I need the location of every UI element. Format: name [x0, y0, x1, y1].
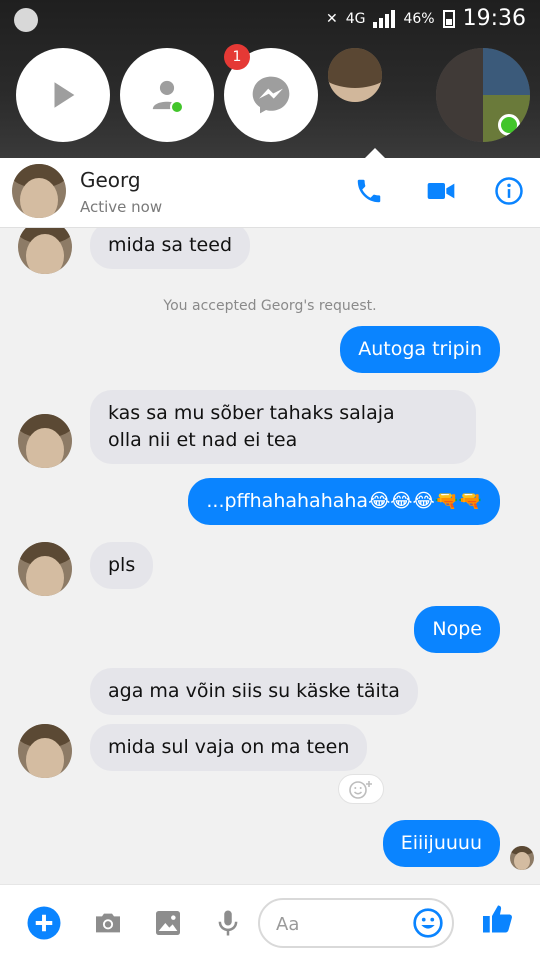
- georg-avatar: [18, 228, 72, 274]
- more-actions-button[interactable]: [26, 905, 62, 941]
- messenger-notification-icon: [14, 8, 38, 32]
- plus-icon: [27, 906, 61, 940]
- voice-message-button[interactable]: [210, 905, 246, 941]
- message-outgoing[interactable]: Nope: [414, 606, 500, 653]
- network-label: 4G: [345, 10, 366, 27]
- contact-name[interactable]: Georg: [80, 168, 141, 192]
- phone-call-button[interactable]: [352, 174, 386, 208]
- message-line: olla nii et nad ei tea: [108, 429, 298, 451]
- message-line: kas sa mu sõber tahaks salaja: [108, 402, 395, 424]
- georg-chat-head[interactable]: [328, 48, 382, 102]
- image-icon: [156, 911, 180, 935]
- clock: 19:36: [462, 6, 526, 31]
- message-outgoing[interactable]: Autoga tripin: [340, 326, 500, 373]
- status-bar: ✕ 4G 46% 19:36: [0, 0, 540, 38]
- battery-icon: [442, 9, 455, 28]
- conversation-info-button[interactable]: [492, 174, 526, 208]
- like-button[interactable]: [480, 901, 516, 937]
- play-icon: [54, 82, 75, 108]
- play-chat-head[interactable]: [16, 48, 110, 142]
- gallery-button[interactable]: [150, 905, 186, 941]
- seen-avatar: [510, 846, 534, 870]
- chat-heads-area: ✕ 4G 46% 19:36 1: [0, 0, 540, 160]
- message-outgoing[interactable]: Eiiijuuuu: [382, 820, 500, 867]
- online-indicator: [498, 114, 520, 136]
- message-composer: [0, 884, 540, 960]
- smiley-icon: [413, 908, 443, 938]
- message-input-box[interactable]: [258, 898, 454, 948]
- camera-icon: [96, 913, 120, 933]
- message-incoming[interactable]: aga ma võin siis su käske täita: [90, 668, 418, 715]
- messenger-chat-head[interactable]: 1: [224, 44, 318, 142]
- online-indicator: [170, 100, 184, 114]
- video-call-button[interactable]: [424, 174, 458, 208]
- add-reaction-button[interactable]: [338, 774, 384, 804]
- message-incoming[interactable]: pls: [90, 542, 154, 589]
- signal-icon: [373, 9, 396, 28]
- unread-badge: 1: [224, 44, 250, 70]
- microphone-icon: [218, 910, 238, 936]
- phone-icon: [357, 179, 381, 203]
- thumbs-up-icon: [483, 905, 512, 933]
- georg-avatar: [18, 724, 72, 778]
- message-input[interactable]: [276, 910, 406, 938]
- info-icon: [495, 177, 523, 205]
- emoji-button[interactable]: [412, 907, 444, 943]
- georg-avatar: [18, 542, 72, 596]
- chat-header: Georg Active now: [0, 158, 540, 228]
- message-incoming[interactable]: mida sa teed: [90, 228, 251, 269]
- mute-icon: ✕: [325, 10, 338, 27]
- group-chat-head[interactable]: [436, 48, 530, 142]
- video-camera-icon: [427, 183, 455, 199]
- contacts-chat-head[interactable]: [120, 48, 214, 142]
- message-outgoing[interactable]: ...pffhahahahaha😂😂😂🔫🔫: [188, 478, 500, 525]
- messenger-icon: [252, 76, 290, 114]
- message-incoming[interactable]: mida sul vaja on ma teen: [90, 724, 368, 771]
- add-reaction-icon: [349, 781, 372, 799]
- active-status: Active now: [80, 198, 163, 216]
- georg-avatar[interactable]: [12, 164, 66, 218]
- message-list[interactable]: mida sa teed You accepted Georg's reques…: [0, 228, 540, 884]
- message-incoming[interactable]: kas sa mu sõber tahaks salaja olla nii e…: [90, 390, 476, 464]
- camera-button[interactable]: [90, 905, 126, 941]
- georg-avatar: [18, 414, 72, 468]
- battery-percent: 46%: [403, 10, 435, 27]
- request-accepted-notice: You accepted Georg's request.: [163, 298, 377, 314]
